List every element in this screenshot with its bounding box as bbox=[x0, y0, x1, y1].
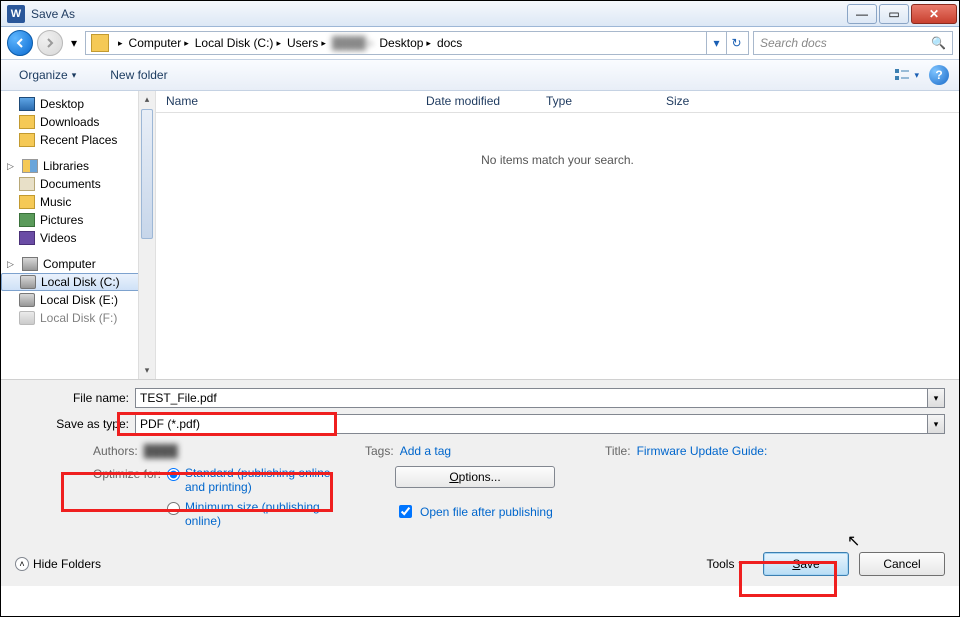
drive-icon bbox=[19, 311, 35, 325]
back-button[interactable] bbox=[7, 30, 33, 56]
options-button[interactable]: Options... bbox=[395, 466, 555, 488]
folder-icon bbox=[91, 34, 109, 52]
new-folder-button[interactable]: New folder bbox=[102, 64, 175, 86]
radio-input[interactable] bbox=[167, 468, 180, 481]
maximize-button[interactable]: ▭ bbox=[879, 4, 909, 24]
arrow-left-icon bbox=[14, 37, 26, 49]
saveastype-label: Save as type: bbox=[15, 417, 135, 431]
videos-icon bbox=[19, 231, 35, 245]
tree-item-computer[interactable]: ▷Computer bbox=[1, 255, 155, 273]
tags-input[interactable]: Add a tag bbox=[400, 444, 451, 458]
tags-label: Tags: bbox=[365, 444, 394, 458]
tree-item-drive-f[interactable]: Local Disk (F:) bbox=[1, 309, 155, 327]
drive-icon bbox=[19, 293, 35, 307]
breadcrumb-segment[interactable]: ▸ bbox=[112, 32, 126, 54]
chevron-down-icon[interactable]: ▾ bbox=[927, 415, 944, 433]
tree-item-libraries[interactable]: ▷Libraries bbox=[1, 157, 155, 175]
saveastype-dropdown[interactable]: PDF (*.pdf) ▾ bbox=[135, 414, 945, 434]
optimize-label: Optimize for: bbox=[15, 466, 167, 481]
pictures-icon bbox=[19, 213, 35, 227]
downloads-icon bbox=[19, 115, 35, 129]
breadcrumb-segment[interactable]: Users▸ bbox=[284, 32, 329, 54]
column-size[interactable]: Size bbox=[656, 91, 756, 112]
content-area: Desktop Downloads Recent Places ▷Librari… bbox=[1, 91, 959, 379]
documents-icon bbox=[19, 177, 35, 191]
tree-item-music[interactable]: Music bbox=[1, 193, 155, 211]
optimize-standard-radio[interactable]: Standard (publishing online and printing… bbox=[167, 466, 335, 494]
breadcrumb-segment[interactable]: Computer▸ bbox=[126, 32, 192, 54]
breadcrumb-segment[interactable]: docs bbox=[434, 32, 465, 54]
desktop-icon bbox=[19, 97, 35, 111]
recent-icon bbox=[19, 133, 35, 147]
radio-input[interactable] bbox=[167, 502, 180, 515]
libraries-icon bbox=[22, 159, 38, 173]
address-breadcrumb[interactable]: ▸ Computer▸ Local Disk (C:)▸ Users▸ ████… bbox=[85, 31, 749, 55]
breadcrumb-segment[interactable]: Local Disk (C:)▸ bbox=[192, 32, 284, 54]
tree-item-recent[interactable]: Recent Places bbox=[1, 131, 155, 149]
drive-icon bbox=[20, 275, 36, 289]
computer-icon bbox=[22, 257, 38, 271]
cancel-button[interactable]: Cancel bbox=[859, 552, 945, 576]
breadcrumb-dropdown[interactable]: ▾ bbox=[706, 32, 726, 54]
open-after-checkbox[interactable]: Open file after publishing bbox=[395, 502, 555, 521]
chevron-up-icon: ˄ bbox=[15, 557, 29, 571]
toolbar: Organize▾ New folder ▾ ? bbox=[1, 59, 959, 91]
search-icon: 🔍 bbox=[931, 36, 946, 50]
music-icon bbox=[19, 195, 35, 209]
minimize-button[interactable]: — bbox=[847, 4, 877, 24]
scroll-up-icon[interactable]: ▴ bbox=[139, 91, 155, 108]
cursor-icon: ↖ bbox=[847, 531, 860, 551]
tree-scrollbar[interactable]: ▴ ▾ bbox=[138, 91, 155, 379]
filename-input[interactable]: TEST_File.pdf ▾ bbox=[135, 388, 945, 408]
tree-item-desktop[interactable]: Desktop bbox=[1, 95, 155, 113]
app-icon: W bbox=[7, 5, 25, 23]
save-button[interactable]: Save bbox=[763, 552, 849, 576]
optimize-minimum-radio[interactable]: Minimum size (publishing online) bbox=[167, 500, 335, 528]
empty-list-message: No items match your search. bbox=[156, 113, 959, 379]
authors-value[interactable]: ████ bbox=[144, 444, 178, 458]
tree-item-pictures[interactable]: Pictures bbox=[1, 211, 155, 229]
chevron-down-icon[interactable]: ▾ bbox=[927, 389, 944, 407]
forward-button[interactable] bbox=[37, 30, 63, 56]
organize-menu[interactable]: Organize▾ bbox=[11, 64, 84, 86]
chevron-down-icon: ▾ bbox=[738, 559, 743, 570]
title-label: Title: bbox=[605, 444, 631, 458]
tree-item-drive-e[interactable]: Local Disk (E:) bbox=[1, 291, 155, 309]
breadcrumb-segment[interactable]: ████▸ bbox=[329, 32, 377, 54]
tree-item-documents[interactable]: Documents bbox=[1, 175, 155, 193]
authors-label: Authors: bbox=[93, 444, 138, 458]
expand-icon[interactable]: ▷ bbox=[7, 259, 17, 270]
column-headers: Name Date modified Type Size bbox=[156, 91, 959, 113]
titlebar: W Save As — ▭ ✕ bbox=[1, 1, 959, 27]
tree-item-downloads[interactable]: Downloads bbox=[1, 113, 155, 131]
view-options-button[interactable]: ▾ bbox=[894, 68, 919, 82]
tree-item-drive-c[interactable]: Local Disk (C:) bbox=[1, 273, 155, 291]
breadcrumb-segment[interactable]: Desktop▸ bbox=[376, 32, 434, 54]
expand-icon[interactable]: ▷ bbox=[7, 161, 17, 172]
view-icon bbox=[894, 68, 912, 82]
hide-folders-button[interactable]: ˄ Hide Folders bbox=[15, 557, 101, 571]
filename-label: File name: bbox=[15, 391, 135, 405]
scroll-thumb[interactable] bbox=[141, 109, 153, 239]
file-list-pane: Name Date modified Type Size No items ma… bbox=[156, 91, 959, 379]
title-input[interactable]: Firmware Update Guide: bbox=[637, 444, 768, 458]
tree-item-videos[interactable]: Videos bbox=[1, 229, 155, 247]
column-date[interactable]: Date modified bbox=[416, 91, 536, 112]
help-button[interactable]: ? bbox=[929, 65, 949, 85]
arrow-right-icon bbox=[44, 37, 56, 49]
column-name[interactable]: Name bbox=[156, 91, 416, 112]
navigation-bar: ▾ ▸ Computer▸ Local Disk (C:)▸ Users▸ ██… bbox=[1, 27, 959, 59]
checkbox-input[interactable] bbox=[399, 505, 412, 518]
search-input[interactable]: Search docs 🔍 bbox=[753, 31, 953, 55]
nav-history-dropdown[interactable]: ▾ bbox=[67, 33, 81, 53]
column-type[interactable]: Type bbox=[536, 91, 656, 112]
close-button[interactable]: ✕ bbox=[911, 4, 957, 24]
navigation-tree[interactable]: Desktop Downloads Recent Places ▷Librari… bbox=[1, 91, 156, 379]
tools-menu[interactable]: Tools ▾ bbox=[706, 557, 743, 571]
scroll-down-icon[interactable]: ▾ bbox=[139, 362, 155, 379]
window-title: Save As bbox=[31, 7, 847, 21]
bottom-panel: File name: TEST_File.pdf ▾ Save as type:… bbox=[1, 379, 959, 586]
refresh-button[interactable]: ↻ bbox=[726, 32, 746, 54]
save-as-dialog: W Save As — ▭ ✕ ▾ ▸ Computer▸ Local Disk… bbox=[0, 0, 960, 617]
